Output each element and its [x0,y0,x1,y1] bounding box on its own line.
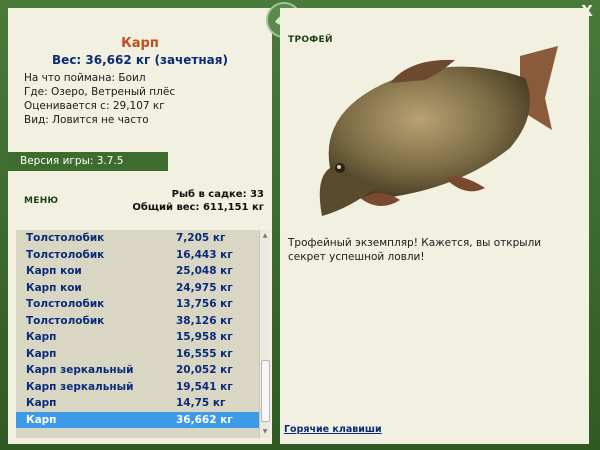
catch-row[interactable]: Толстолобик 38,126 кг [16,313,259,330]
catch-weight: 15,958 кг [176,331,233,344]
catch-name: Карп кои [26,265,82,278]
catch-row[interactable]: Толстолобик 16,443 кг [16,247,259,264]
catch-row[interactable]: Карп кои 24,975 кг [16,280,259,297]
menu-button[interactable]: МЕНЮ [24,196,58,206]
info-rating: Оценивается с: 29,107 кг [24,100,165,112]
catch-name: Карп [26,347,57,360]
cage-total-weight: Общий вес: 611,151 кг [132,202,264,213]
catch-weight: 14,75 кг [176,397,226,410]
catch-row[interactable]: Карп зеркальный 20,052 кг [16,362,259,379]
fish-weight: Вес: 36,662 кг (зачетная) [52,53,228,67]
version-bar: Версия игры: 3.7.5 [8,152,168,171]
catch-row[interactable]: Карп кои 25,048 кг [16,263,259,280]
scroll-thumb[interactable] [261,360,270,422]
info-rarity: Вид: Ловится не часто [24,114,149,126]
catch-row[interactable]: Толстолобик 13,756 кг [16,296,259,313]
scroll-up-icon[interactable]: ▲ [260,231,270,241]
catch-weight: 20,052 кг [176,364,233,377]
cage-info: Рыб в садке: 33 Общий вес: 611,151 кг [132,188,264,214]
catch-weight: 24,975 кг [176,281,233,294]
catch-row[interactable]: Карп 14,75 кг [16,395,259,412]
info-bait: На что поймана: Боил [24,72,146,84]
left-panel: Карп Вес: 36,662 кг (зачетная) На что по… [8,8,272,444]
catch-row[interactable]: Карп зеркальный 19,541 кг [16,379,259,396]
catch-name: Карп [26,331,57,344]
list-scrollbar[interactable]: ▲ ▼ [259,230,270,438]
catch-weight: 13,756 кг [176,298,233,311]
catch-name: Карп [26,397,57,410]
catch-weight: 16,555 кг [176,347,233,360]
catch-weight: 19,541 кг [176,380,233,393]
catch-name: Толстолобик [26,232,105,245]
catch-row[interactable]: Карп 16,555 кг [16,346,259,363]
catch-row[interactable]: Толстолобик 7,205 кг [16,230,259,247]
scroll-down-icon[interactable]: ▼ [260,427,270,437]
right-panel: ТРОФЕЙ Трофейный экземпляр! Кажется, вы … [280,8,589,444]
catch-name: Толстолобик [26,314,105,327]
catch-list[interactable]: Толстолобик 7,205 кг Толстолобик 16,443 кг К… [16,230,259,438]
catch-weight: 7,205 кг [176,232,226,245]
carp-image [319,46,558,216]
catch-name: Карп зеркальный [26,380,134,393]
catch-weight: 25,048 кг [176,265,233,278]
trophy-text: Трофейный экземпляр! Кажется, вы открыли… [288,237,542,263]
cage-count: Рыб в садке: 33 [171,189,264,200]
catch-weight: 36,662 кг [176,413,233,426]
catch-row[interactable]: Карп 15,958 кг [16,329,259,346]
catch-name: Карп кои [26,281,82,294]
catch-name: Толстолобик [26,248,105,261]
catch-weight: 38,126 кг [176,314,233,327]
info-location: Где: Озеро, Ветреный плёс [24,86,176,98]
catch-row[interactable]: Карп 36,662 кг [16,411,259,428]
fish-name: Карп [121,36,159,51]
catch-name: Карп зеркальный [26,364,134,377]
fish-info: На что поймана: Боил Где: Озеро, Ветрены… [24,71,264,127]
hotkeys-link[interactable]: Горячие клавиши [284,424,382,435]
catch-name: Карп [26,413,57,426]
catch-weight: 16,443 кг [176,248,233,261]
catch-name: Толстолобик [26,298,105,311]
